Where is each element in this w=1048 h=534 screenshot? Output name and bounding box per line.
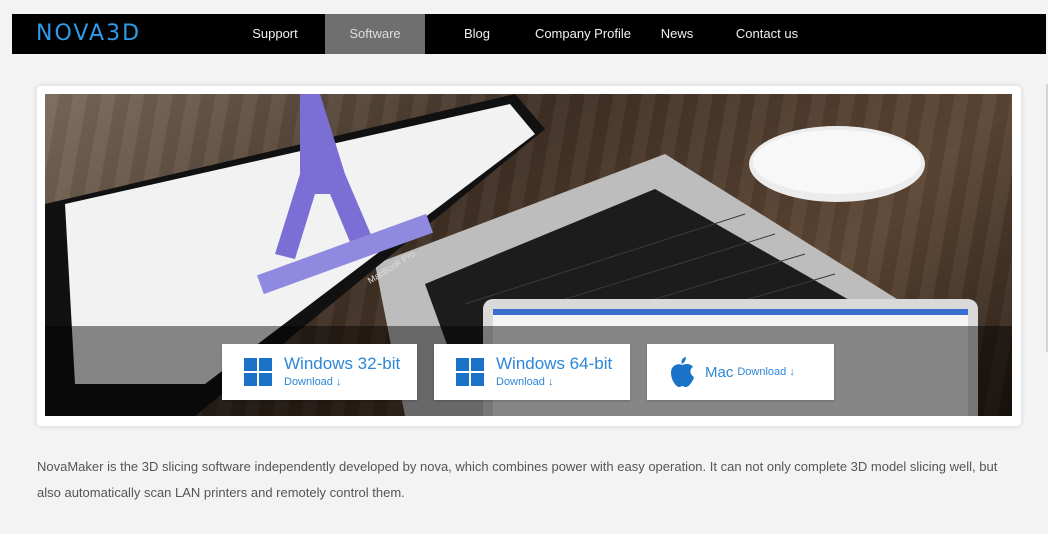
nav-item-news[interactable]: News: [637, 14, 717, 54]
nav-menu: Support Software Blog Company Profile Ne…: [225, 14, 817, 54]
windows-icon: [244, 358, 272, 386]
hero-banner: MacBook Pro Windows 32-bit Download ↓ Wi…: [45, 94, 1012, 416]
button-title: Windows 64-bit: [496, 354, 613, 373]
nova3d-logo[interactable]: NOVA3D: [36, 20, 141, 48]
nav-item-support[interactable]: Support: [225, 14, 325, 54]
button-title: Windows 32-bit: [284, 354, 401, 373]
button-subtitle: Download ↓: [496, 376, 554, 388]
software-description: NovaMaker is the 3D slicing software ind…: [37, 459, 998, 500]
download-windows-64-button[interactable]: Windows 64-bit Download ↓: [434, 344, 630, 400]
windows-icon: [456, 358, 484, 386]
nav-item-contact-us[interactable]: Contact us: [717, 14, 817, 54]
apple-icon: [671, 357, 694, 387]
download-mac-button[interactable]: Mac Download ↓: [647, 344, 834, 400]
download-windows-32-button[interactable]: Windows 32-bit Download ↓: [222, 344, 417, 400]
button-subtitle: Download ↓: [737, 366, 795, 378]
nav-item-company-profile[interactable]: Company Profile: [529, 14, 637, 54]
button-title: Mac: [705, 363, 734, 381]
nav-item-blog[interactable]: Blog: [425, 14, 529, 54]
nav-item-software[interactable]: Software: [325, 14, 425, 54]
button-subtitle: Download ↓: [284, 376, 342, 388]
top-navbar: NOVA3D Support Software Blog Company Pro…: [12, 14, 1046, 54]
